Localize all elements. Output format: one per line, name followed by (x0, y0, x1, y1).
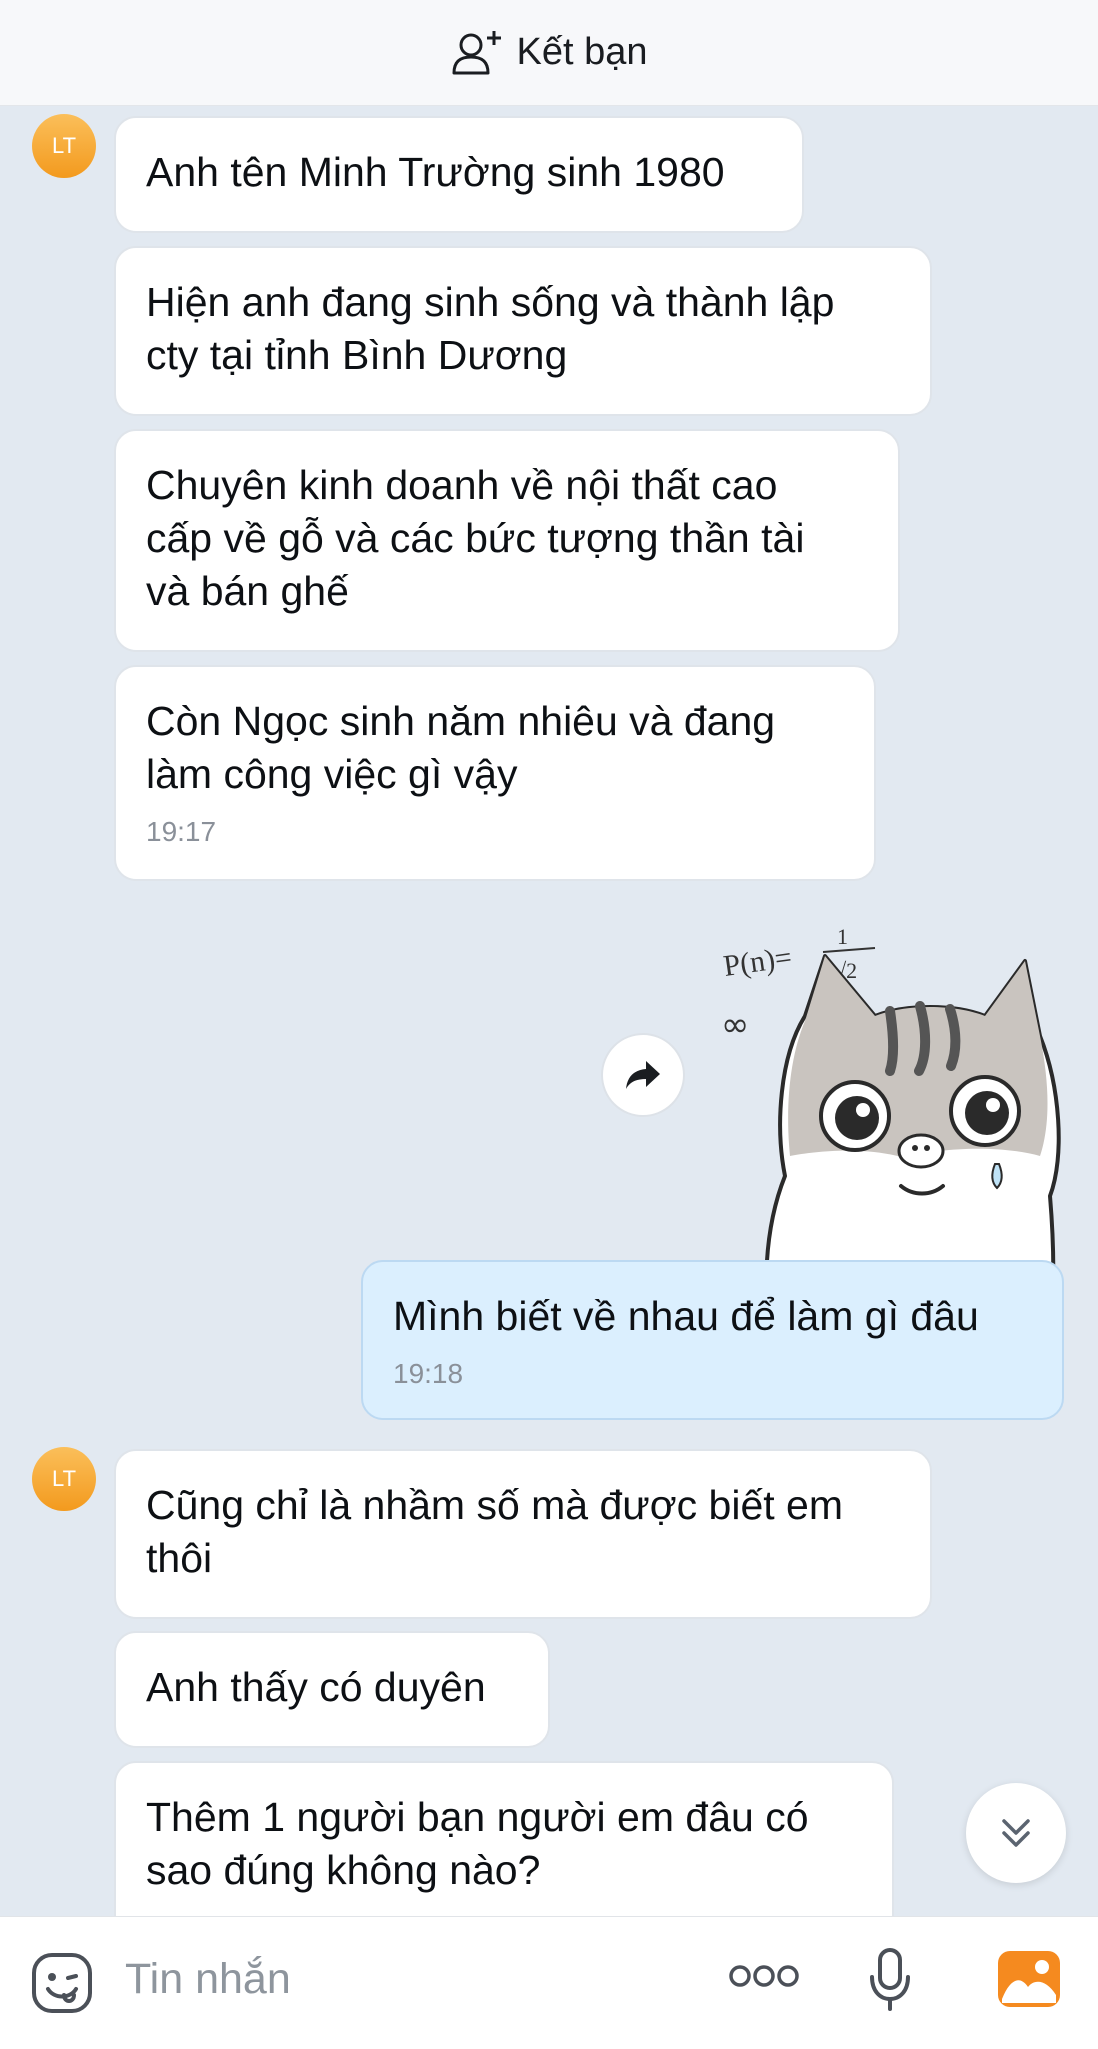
message-timestamp: 19:18 (393, 1358, 464, 1389)
emoji-icon (32, 1953, 92, 2013)
message-text: làm công việc gì vậy (146, 751, 518, 797)
message-text: Anh tên Minh Trường sinh 1980 (146, 149, 725, 195)
svg-text:∞: ∞ (721, 1005, 749, 1045)
message-text: cty tại tỉnh Bình Dương (146, 332, 568, 378)
message-bubble[interactable]: Chuyên kinh doanh về nội thất cao cấp về… (114, 429, 900, 652)
message-text: Chuyên kinh doanh về nội thất cao (146, 462, 778, 508)
add-user-icon (452, 30, 501, 74)
message-text: và bán ghế (146, 568, 349, 614)
message-timestamp: 19:17 (146, 816, 217, 847)
message-text: Còn Ngọc sinh năm nhiêu và đang (146, 698, 776, 744)
scroll-to-bottom-button[interactable] (966, 1783, 1066, 1883)
message-text: thôi (146, 1535, 213, 1581)
message-text: cấp về gỗ và các bức tượng thần tài (146, 515, 805, 561)
message-text: Hiện anh đang sinh sống và thành lập (146, 279, 835, 325)
gallery-button[interactable] (996, 1949, 1062, 2014)
message-bubble[interactable]: Anh tên Minh Trường sinh 1980 (114, 116, 804, 233)
top-bar: Kết bạn (0, 0, 1098, 106)
more-icon (729, 1965, 799, 1987)
composer-bar (0, 1916, 1098, 2049)
message-input[interactable] (125, 1947, 675, 2011)
double-chevron-down-icon (1002, 1819, 1030, 1847)
emoji-button[interactable] (30, 1951, 94, 2020)
avatar[interactable]: LT (32, 114, 96, 178)
gallery-icon (998, 1951, 1060, 2007)
add-friend-label: Kết bạn (516, 31, 648, 73)
add-friend-button[interactable]: Kết bạn (451, 29, 648, 77)
message-text: sao đúng không nào? (146, 1847, 541, 1893)
message-bubble[interactable]: Thêm 1 người bạn người em đâu có sao đún… (114, 1761, 894, 1916)
avatar[interactable]: LT (32, 1447, 96, 1511)
message-bubble[interactable]: Hiện anh đang sinh sống và thành lập cty… (114, 246, 932, 416)
message-text: Cũng chỉ là nhầm số mà được biết em (146, 1482, 843, 1528)
share-arrow-icon (626, 1061, 660, 1089)
message-text: Thêm 1 người bạn người em đâu có (146, 1794, 809, 1840)
chat-area[interactable]: LT Anh tên Minh Trường sinh 1980 Hiện an… (0, 106, 1098, 1916)
message-bubble[interactable]: Còn Ngọc sinh năm nhiêu và đang làm công… (114, 665, 876, 881)
svg-text:P(n)=: P(n)= (721, 941, 794, 983)
message-bubble[interactable]: Cũng chỉ là nhầm số mà được biết em thôi (114, 1449, 932, 1619)
more-options-button[interactable] (728, 1963, 800, 1994)
voice-message-button[interactable] (868, 1947, 912, 2016)
message-bubble-outgoing[interactable]: Mình biết về nhau để làm gì đâu 19:18 (361, 1260, 1064, 1420)
message-bubble[interactable]: Anh thấy có duyên (114, 1631, 550, 1748)
message-text: Anh thấy có duyên (146, 1664, 486, 1710)
forward-button[interactable] (601, 1033, 685, 1117)
message-text: Mình biết về nhau để làm gì đâu (393, 1293, 979, 1339)
svg-text:1: 1 (837, 924, 848, 949)
microphone-icon (870, 1948, 910, 2011)
